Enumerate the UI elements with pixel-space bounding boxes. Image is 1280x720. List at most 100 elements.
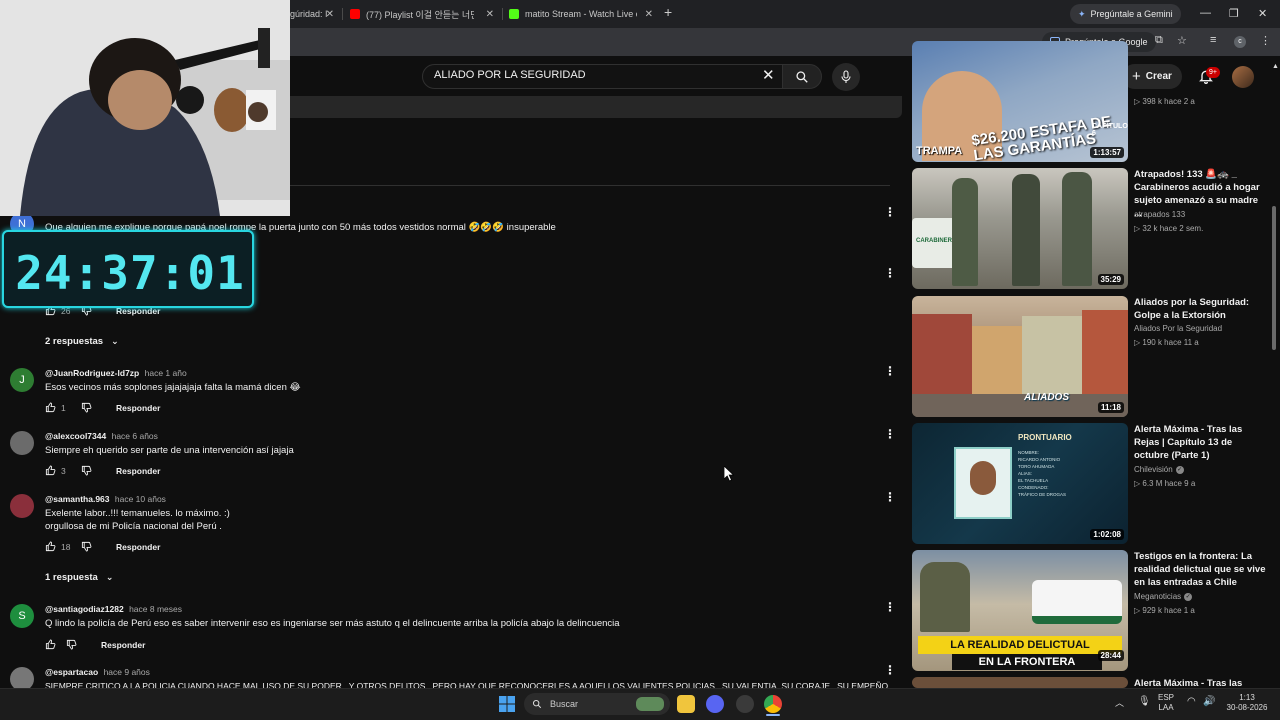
avatar[interactable] [10, 431, 34, 455]
comment-header: @JuanRodriguez-ld7zp hace 1 año [45, 368, 187, 378]
taskbar-search[interactable]: Buscar [524, 693, 670, 715]
voice-search-button[interactable] [832, 63, 860, 91]
tab-aliados[interactable]: gúridad: I ✕ [290, 2, 340, 26]
verified-badge-icon: ✓ [1184, 592, 1193, 601]
comment-time[interactable]: hace 6 años [112, 431, 158, 441]
stream-timer: 24:37:01 [15, 246, 245, 300]
reply-button[interactable]: Responder [116, 403, 160, 413]
video-thumbnail[interactable]: CARABINEROS 35:29 [912, 168, 1128, 289]
more-options-icon[interactable]: ⋮ [884, 266, 896, 280]
like-count: 1 [61, 402, 66, 413]
like-button[interactable]: 3 [45, 465, 71, 476]
bookmark-star-icon[interactable]: ☆ [1177, 34, 1187, 47]
video-thumbnail[interactable]: ALIADOS 11:18 [912, 296, 1128, 417]
chrome-icon[interactable] [764, 695, 782, 713]
clock[interactable]: 1:13 30-08-2026 [1222, 693, 1272, 713]
restore-icon[interactable]: ❐ [1229, 7, 1239, 20]
comment-author[interactable]: @samantha.963 [45, 494, 110, 504]
thumbs-down-icon[interactable] [81, 402, 92, 413]
more-options-icon[interactable]: ⋮ [884, 663, 896, 677]
profile-avatar[interactable]: c [1234, 36, 1246, 48]
more-options-icon[interactable]: ⋮ [884, 364, 896, 378]
like-button[interactable] [45, 639, 56, 650]
window-close-icon[interactable]: ✕ [1258, 7, 1267, 20]
clear-search-icon[interactable]: ✕ [762, 66, 775, 84]
file-explorer-icon[interactable] [677, 695, 695, 713]
plus-icon: + [1132, 68, 1141, 85]
comment-text: Siempre eh querido ser parte de una inte… [45, 445, 294, 456]
scroll-up-icon[interactable]: ▲ [1272, 62, 1279, 72]
scrollbar-thumb[interactable] [1272, 206, 1276, 350]
more-options-icon[interactable]: ⋮ [884, 427, 896, 441]
microphone-tray-icon[interactable]: 🎙 [1138, 697, 1151, 707]
obs-icon[interactable] [736, 695, 754, 713]
comment-time[interactable]: hace 9 años [104, 667, 150, 677]
avatar[interactable]: S [10, 604, 34, 628]
thumbs-down-icon[interactable] [81, 465, 92, 476]
language-indicator[interactable]: ESP LAA [1158, 693, 1174, 713]
reply-button[interactable]: Responder [116, 466, 160, 476]
avatar[interactable] [10, 494, 34, 518]
close-icon[interactable]: ✕ [645, 9, 653, 20]
comment-time[interactable]: hace 10 años [115, 494, 166, 504]
search-button[interactable] [782, 64, 822, 89]
video-channel[interactable]: Aliados Por la Seguridad [1134, 324, 1222, 333]
tab-kick-stream[interactable]: matito Stream - Watch Live on K ✕ [509, 2, 659, 26]
replies-label: 1 respuesta [45, 572, 98, 583]
video-title[interactable]: Testigos en la frontera: La realidad del… [1134, 550, 1266, 589]
more-options-icon[interactable]: ⋮ [884, 600, 896, 614]
video-thumbnail[interactable]: PRONTUARIO NOMBRE: RICARDO ANTONIO TORO … [912, 423, 1128, 544]
video-channel[interactable]: Meganoticias ✓ [1134, 592, 1193, 601]
video-thumbnail[interactable]: $26.200 ESTAFA DE LAS GARANTÍAS CAPÍTULO… [912, 41, 1128, 162]
reply-button[interactable]: Responder [101, 640, 145, 650]
comment-text: Esos vecinos más soplones jajajajaja fal… [45, 382, 301, 393]
microphone-icon [841, 70, 851, 83]
create-button[interactable]: + Crear [1122, 64, 1182, 89]
video-channel[interactable]: atrapados 133 [1134, 210, 1185, 219]
tab-playlist[interactable]: (77) Playlist 이걸 안듣는 너만 손 ✕ [350, 2, 500, 26]
comment-author[interactable]: @alexcool7344 [45, 431, 106, 441]
video-meta: ▷ 398 k hace 2 a [1134, 97, 1195, 106]
reply-button[interactable]: Responder [116, 542, 160, 552]
video-channel[interactable]: Chilevisión ✓ [1134, 465, 1184, 474]
thumbs-up-icon [45, 541, 56, 552]
discord-icon[interactable] [706, 695, 724, 713]
replies-toggle[interactable]: 1 respuesta ⌄ [45, 572, 113, 583]
replies-toggle[interactable]: 2 respuestas ⌄ [45, 336, 119, 347]
close-icon[interactable]: ✕ [486, 9, 494, 20]
tray-chevron-up-icon[interactable]: ︿ [1115, 698, 1124, 708]
comment-time[interactable]: hace 8 meses [129, 604, 182, 614]
create-label: Crear [1145, 71, 1172, 82]
wifi-icon[interactable]: ◠ [1187, 697, 1196, 707]
video-meta: ▷ 190 k hace 11 a [1134, 338, 1199, 347]
windows-start-icon[interactable] [499, 696, 515, 712]
comment-header: @samantha.963 hace 10 años [45, 494, 166, 504]
thumbs-down-icon[interactable] [81, 541, 92, 552]
language-code: ESP [1158, 693, 1175, 702]
new-tab-icon[interactable]: + [664, 4, 672, 20]
install-icon[interactable]: ⧉ [1155, 34, 1163, 47]
avatar[interactable]: J [10, 368, 34, 392]
account-avatar[interactable] [1232, 66, 1254, 88]
more-options-icon[interactable]: ⋮ [884, 490, 896, 504]
reading-list-icon[interactable]: ≡ [1210, 34, 1216, 46]
comment-time[interactable]: hace 1 año [145, 368, 187, 378]
comment-author[interactable]: @JuanRodriguez-ld7zp [45, 368, 139, 378]
like-button[interactable]: 1 [45, 402, 71, 413]
minimize-icon[interactable]: — [1200, 7, 1211, 19]
chrome-menu-icon[interactable]: ⋮ [1260, 34, 1271, 47]
gemini-button[interactable]: ✦ Pregúntale a Gemini [1070, 4, 1181, 24]
thumbs-down-icon[interactable] [66, 639, 77, 650]
video-title[interactable]: Aliados por la Seguridad: Golpe a la Ext… [1134, 296, 1266, 322]
video-thumbnail[interactable]: LA REALIDAD DELICTUAL EN LA FRONTERA 28:… [912, 550, 1128, 671]
close-icon[interactable]: ✕ [326, 9, 334, 20]
comment-author[interactable]: @santiagodiaz1282 [45, 604, 124, 614]
comment-text-line-2: orgullosa de mi Policía nacional del Per… [45, 521, 222, 532]
volume-icon[interactable]: 🔊 [1203, 697, 1215, 707]
comment-author[interactable]: @espartacao [45, 667, 98, 677]
video-thumbnail[interactable] [912, 677, 1128, 688]
video-title[interactable]: Alerta Máxima - Tras las Rejas | Capítul… [1134, 423, 1266, 462]
thumbs-up-icon [45, 639, 56, 650]
more-options-icon[interactable]: ⋮ [884, 205, 896, 219]
like-button[interactable]: 18 [45, 541, 71, 552]
